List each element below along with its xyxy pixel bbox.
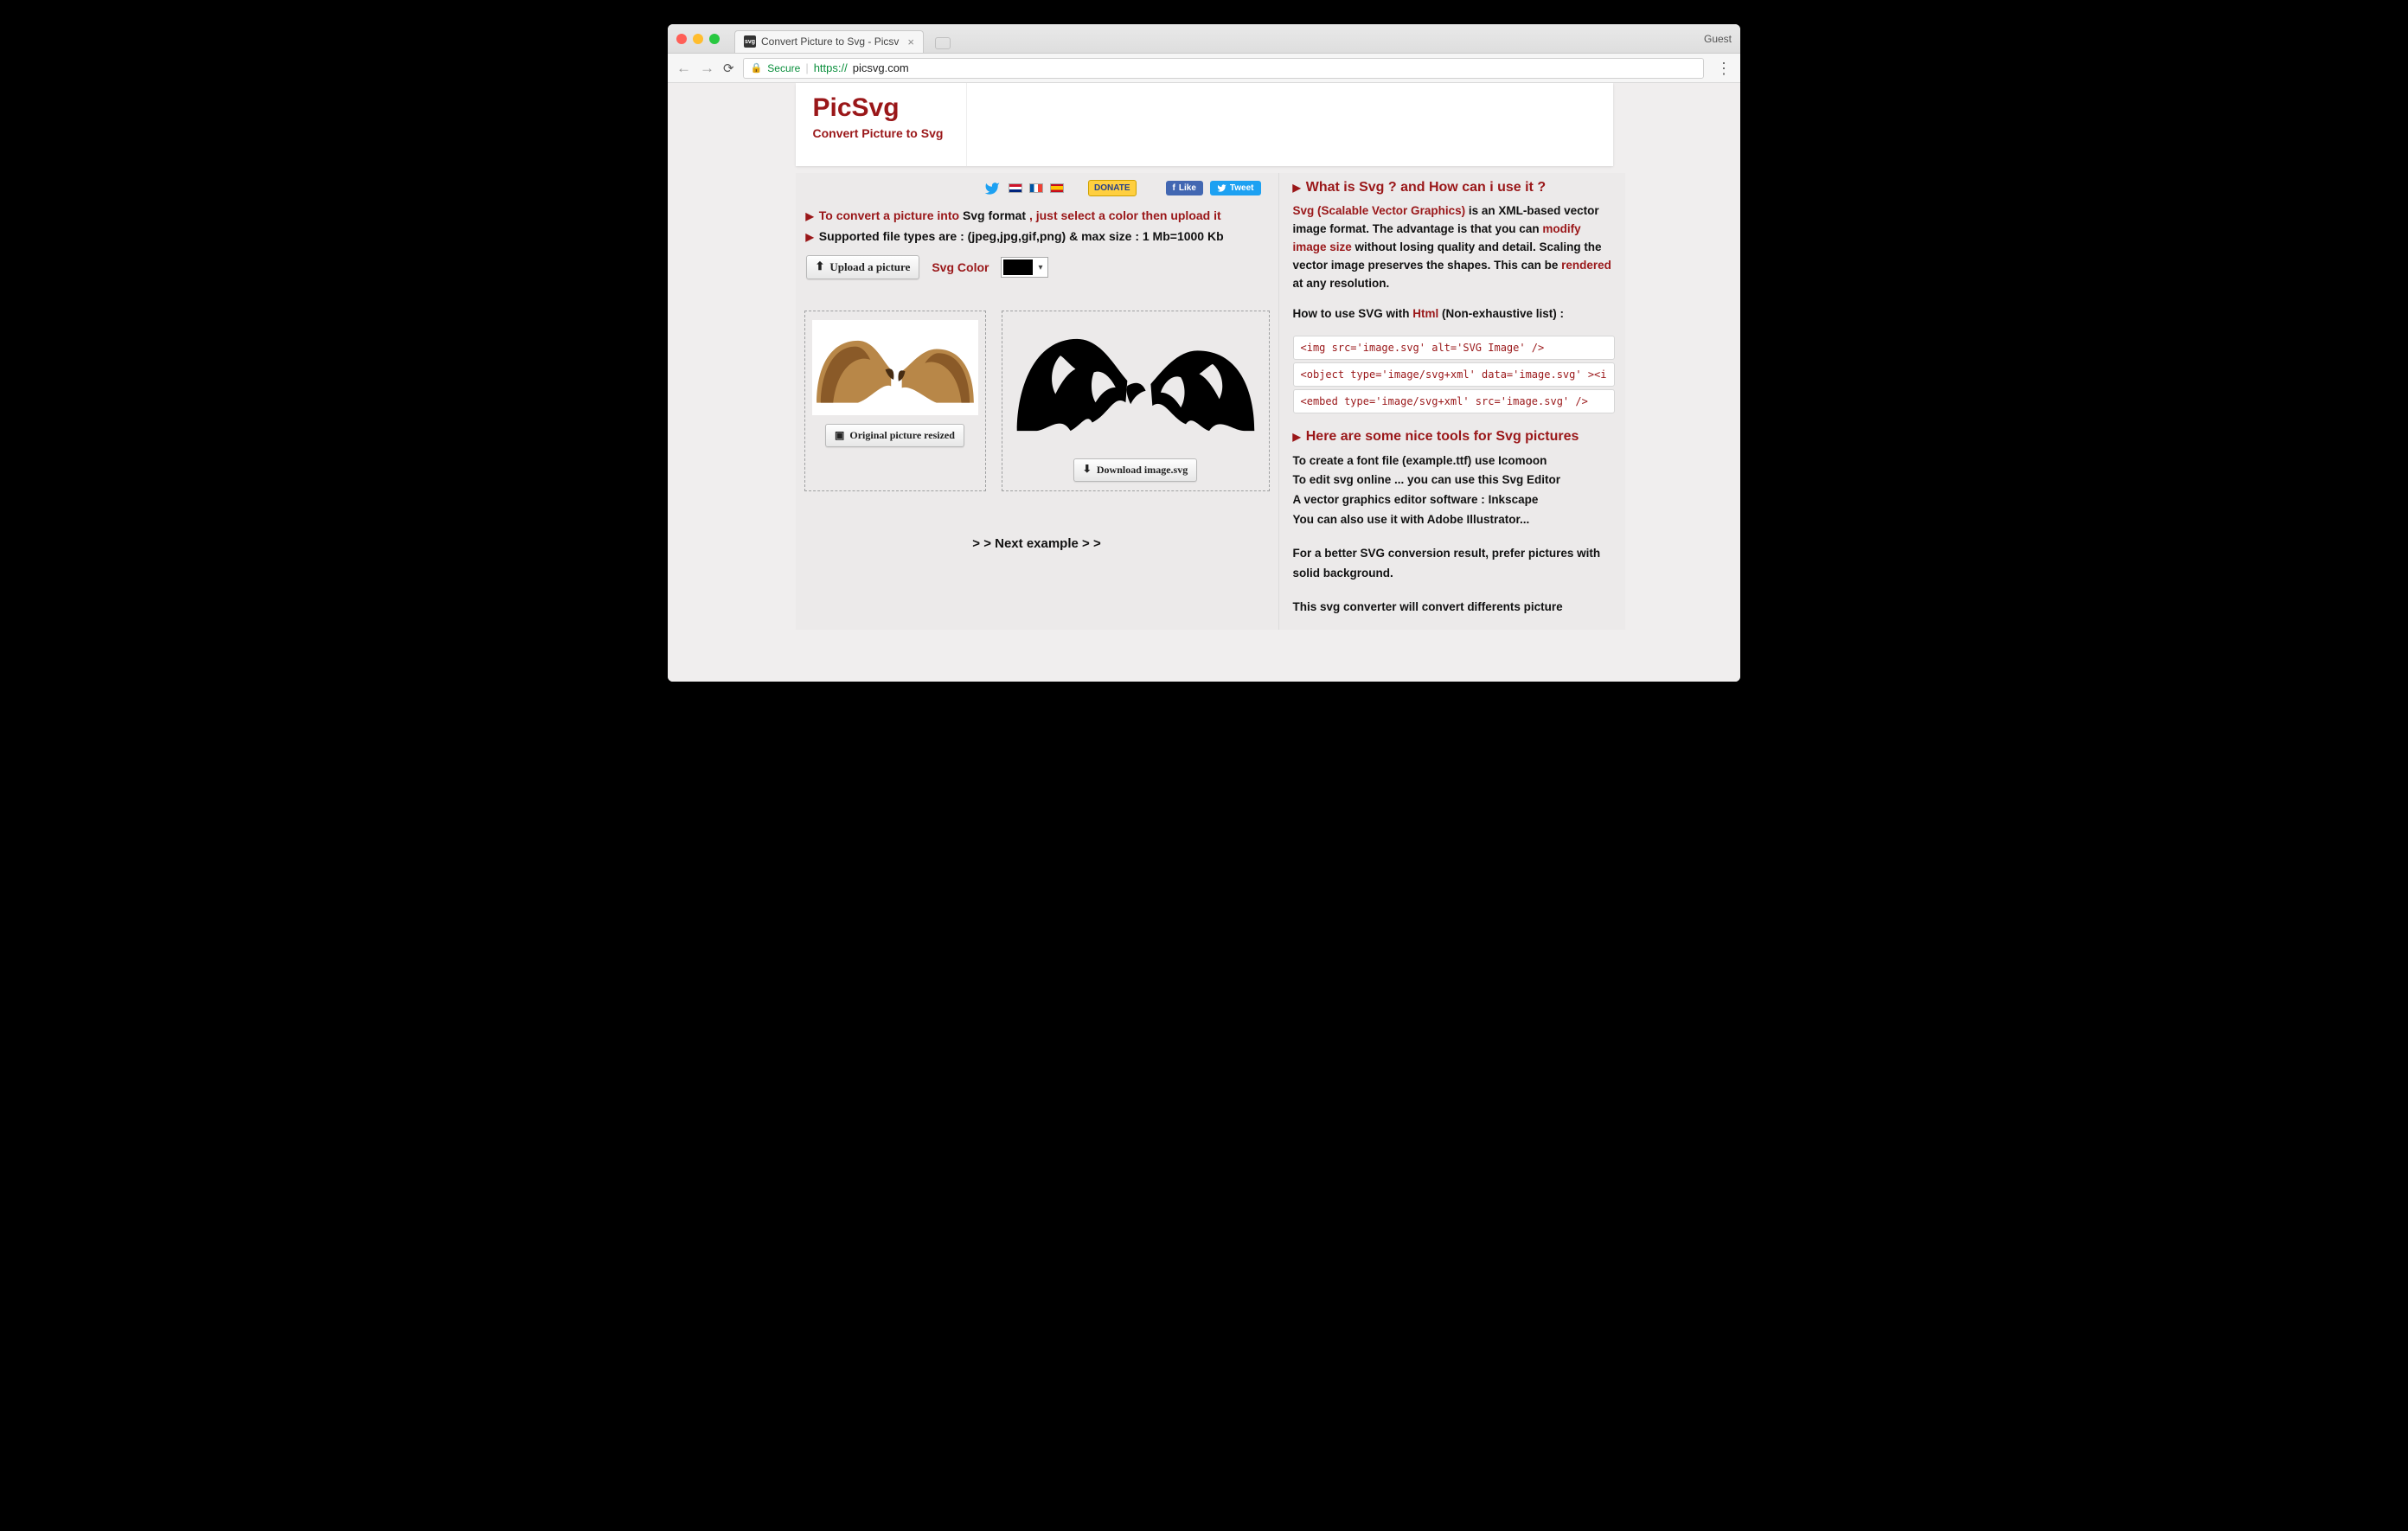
color-picker[interactable]: ▾ [1001, 257, 1047, 278]
code-example-embed[interactable]: <embed type='image/svg+xml' src='image.s… [1293, 389, 1615, 413]
what-is-svg-text: Svg (Scalable Vector Graphics) is an XML… [1293, 202, 1615, 293]
link-svg-editor[interactable]: Svg Editor [1502, 473, 1561, 486]
section-tools: Here are some nice tools for Svg picture… [1293, 429, 1615, 445]
link-inkscape[interactable]: Inkscape [1489, 493, 1539, 506]
preview-panels: Original picture resized [804, 311, 1270, 491]
twitter-bird-icon[interactable] [983, 181, 1002, 196]
svg-output-image [1010, 320, 1261, 450]
original-image [812, 320, 978, 415]
address-bar: ← → ⟳ 🔒 Secure | https://picsvg.com ⋮ [668, 54, 1740, 83]
instruction-2: Supported file types are : (jpeg,jpg,gif… [806, 229, 1270, 243]
url-field[interactable]: 🔒 Secure | https://picsvg.com [743, 58, 1704, 79]
tweet-button[interactable]: Tweet [1210, 181, 1261, 195]
close-tab-icon[interactable]: × [907, 35, 914, 48]
lock-icon: 🔒 [751, 62, 763, 74]
tab-title: Convert Picture to Svg - Picsv [761, 35, 899, 48]
ad-slot [967, 83, 1613, 166]
flag-es-icon[interactable] [1050, 183, 1064, 193]
viewport: PicSvg Convert Picture to Svg [668, 83, 1740, 682]
color-swatch [1003, 259, 1033, 275]
code-example-img[interactable]: <img src='image.svg' alt='SVG Image' /> [1293, 336, 1615, 360]
browser-window: svg Convert Picture to Svg - Picsv × Gue… [668, 24, 1740, 682]
link-icomoon[interactable]: Icomoon [1498, 454, 1547, 467]
profile-label[interactable]: Guest [1704, 33, 1732, 45]
tools-list: To create a font file (example.ttf) use … [1293, 452, 1615, 618]
window-controls [676, 34, 720, 44]
browser-tab[interactable]: svg Convert Picture to Svg - Picsv × [734, 30, 924, 53]
maximize-window-button[interactable] [709, 34, 720, 44]
how-to-use-intro: How to use SVG with Html (Non-exhaustive… [1293, 305, 1615, 323]
controls-row: Upload a picture Svg Color ▾ [806, 255, 1268, 279]
flag-fr-icon[interactable] [1029, 183, 1043, 193]
left-column: DONATE fLike Tweet To convert a picture … [796, 173, 1279, 630]
original-panel: Original picture resized [804, 311, 986, 491]
image-icon [835, 429, 844, 442]
instruction-1: To convert a picture into Svg format , j… [806, 208, 1270, 222]
new-tab-button[interactable] [935, 37, 951, 49]
titlebar: svg Convert Picture to Svg - Picsv × Gue… [668, 24, 1740, 54]
brand-subtitle: Convert Picture to Svg [813, 126, 949, 140]
chevron-down-icon: ▾ [1035, 263, 1045, 272]
forward-button[interactable]: → [700, 60, 714, 77]
social-row: DONATE fLike Tweet [804, 180, 1270, 202]
donate-button[interactable]: DONATE [1088, 180, 1136, 196]
original-resized-button[interactable]: Original picture resized [825, 424, 964, 447]
code-example-object[interactable]: <object type='image/svg+xml' data='image… [1293, 362, 1615, 387]
close-window-button[interactable] [676, 34, 687, 44]
section-what-is-svg: What is Svg ? and How can i use it ? [1293, 180, 1615, 195]
download-svg-button[interactable]: Download image.svg [1073, 458, 1197, 482]
facebook-icon: f [1173, 183, 1175, 193]
svg-panel: Download image.svg [1002, 311, 1270, 491]
back-button[interactable]: ← [676, 60, 691, 77]
upload-button[interactable]: Upload a picture [806, 255, 920, 279]
site-header: PicSvg Convert Picture to Svg [796, 83, 1613, 166]
brand: PicSvg Convert Picture to Svg [796, 83, 967, 166]
right-column: What is Svg ? and How can i use it ? Svg… [1279, 173, 1625, 630]
next-example-link[interactable]: > > Next example > > [804, 536, 1270, 551]
secure-label: Secure [767, 62, 800, 74]
facebook-like-button[interactable]: fLike [1166, 181, 1203, 195]
page: PicSvg Convert Picture to Svg [796, 83, 1613, 630]
minimize-window-button[interactable] [693, 34, 703, 44]
brand-title: PicSvg [813, 93, 949, 123]
reload-button[interactable]: ⟳ [723, 61, 734, 76]
favicon-icon: svg [744, 35, 756, 48]
download-icon [1083, 464, 1092, 477]
url-scheme: https:// [814, 61, 848, 74]
columns: DONATE fLike Tweet To convert a picture … [796, 173, 1613, 630]
url-host: picsvg.com [853, 61, 909, 74]
upload-icon [816, 260, 825, 274]
flag-en-icon[interactable] [1009, 183, 1022, 193]
browser-menu-button[interactable]: ⋮ [1716, 65, 1732, 72]
svg-color-label: Svg Color [932, 260, 989, 274]
